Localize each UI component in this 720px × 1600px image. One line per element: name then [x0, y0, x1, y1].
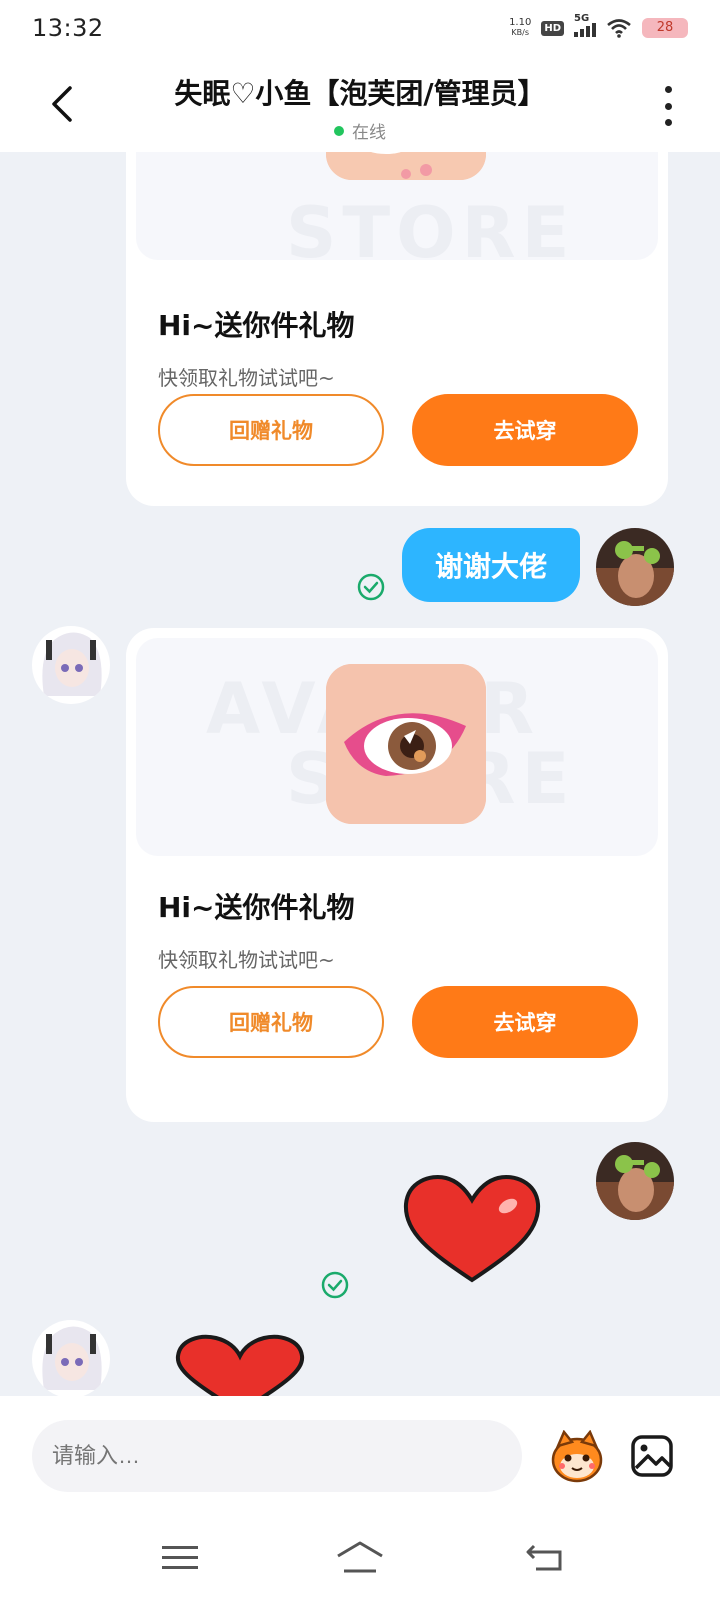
try-on-button[interactable]: 去试穿	[412, 986, 638, 1058]
chat-title-block: 失眠♡小鱼【泡芙团/管理员】 在线	[100, 72, 620, 143]
hd-badge: HD	[541, 20, 564, 36]
chat-title[interactable]: 失眠♡小鱼【泡芙团/管理员】	[100, 72, 620, 112]
gift-card: AVATAR STORE Hi~送你件礼物 快领取礼物试试吧~ 回赠礼物 去试穿	[126, 628, 668, 1122]
chat-messages[interactable]: STORE Hi~送你件礼物 快领取礼物试试吧~ 回赠礼物 去试穿 谢谢大佬 H…	[0, 152, 720, 1396]
wifi-icon	[607, 19, 631, 38]
gift-card-title: Hi~送你件礼物	[158, 891, 355, 924]
my-avatar[interactable]	[596, 1142, 674, 1220]
network-type: 5G	[574, 13, 590, 24]
back-nav-icon[interactable]	[526, 1542, 562, 1572]
gift-card-media: STORE	[136, 152, 658, 260]
heart-sticker[interactable]	[172, 1332, 308, 1396]
online-status-label: 在线	[352, 123, 386, 143]
gift-card: STORE Hi~送你件礼物 快领取礼物试试吧~ 回赠礼物 去试穿	[126, 152, 668, 506]
read-check-icon	[357, 573, 385, 601]
chat-header: 失眠♡小鱼【泡芙团/管理员】 在线	[0, 56, 720, 152]
battery-indicator: 28	[642, 18, 688, 38]
online-status: 在线	[100, 118, 620, 143]
network-speed: 1.10 KB/s	[509, 17, 532, 38]
gift-image[interactable]	[326, 664, 486, 824]
watermark: STORE	[286, 192, 576, 260]
status-bar: 13:32 1.10 KB/s HD 5G 28	[0, 0, 720, 56]
gift-card-subtitle: 快领取礼物试试吧~	[158, 948, 335, 972]
return-gift-button[interactable]: 回赠礼物	[158, 986, 384, 1058]
my-avatar[interactable]	[596, 528, 674, 606]
contact-avatar[interactable]	[32, 1320, 110, 1396]
heart-sticker[interactable]	[400, 1172, 544, 1284]
online-dot-icon	[334, 125, 344, 136]
read-check-icon	[321, 1271, 349, 1299]
gift-image[interactable]	[326, 152, 486, 180]
gift-card-subtitle: 快领取礼物试试吧~	[158, 366, 335, 390]
image-picker-icon[interactable]	[630, 1434, 674, 1478]
more-options-icon[interactable]	[662, 86, 674, 126]
message-input[interactable]	[32, 1420, 522, 1492]
system-navigation-bar	[0, 1504, 720, 1600]
home-icon[interactable]	[336, 1540, 384, 1574]
sent-message-bubble[interactable]: 谢谢大佬	[402, 528, 580, 602]
menu-icon[interactable]	[162, 1544, 198, 1572]
try-on-button[interactable]: 去试穿	[412, 394, 638, 466]
back-arrow-icon[interactable]	[44, 84, 80, 124]
gift-card-media: AVATAR STORE	[136, 638, 658, 856]
emoji-icon[interactable]	[548, 1430, 606, 1484]
status-icons: 1.10 KB/s HD 5G 28	[509, 13, 688, 38]
contact-avatar[interactable]	[32, 626, 110, 704]
return-gift-button[interactable]: 回赠礼物	[158, 394, 384, 466]
status-time: 13:32	[32, 14, 104, 42]
message-input-bar	[0, 1396, 720, 1600]
signal-icon: 5G	[574, 13, 596, 37]
gift-card-title: Hi~送你件礼物	[158, 309, 355, 342]
